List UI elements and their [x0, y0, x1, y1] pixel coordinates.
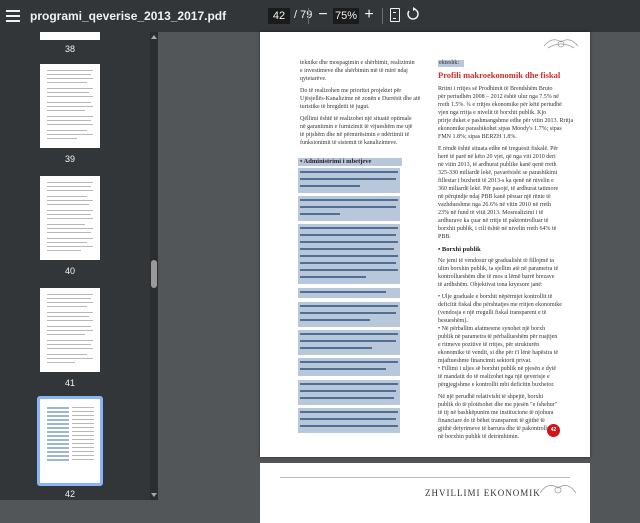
text-line: të tij në bashkëpunim me institucione të… — [438, 410, 554, 416]
total-pages: / 79 — [294, 9, 313, 21]
text-line: fillestar i buxhetit të 2013-s ka qenë n… — [438, 178, 554, 184]
text-line: herë të parë në këto 20 vjet, që nga vit… — [438, 154, 556, 160]
zoom-in-button[interactable]: + — [362, 6, 376, 24]
fit-to-page-icon[interactable] — [390, 8, 400, 22]
text-line: publik në parametra të përballueshëm për… — [438, 334, 558, 340]
text-line: 23% në fund të vitit 2013. Mosrealizimi … — [438, 210, 544, 216]
text-line: (vendosja e një rregulli fiskal transpar… — [438, 310, 547, 316]
text-line: në përqindje ndaj PBB kanë pësuar një rë… — [438, 194, 551, 200]
text-line: funksionimit të sistemit të kanalizimeve… — [300, 140, 398, 146]
text-line: 325-330 miliardë lekë, pavarësisht se pa… — [438, 170, 558, 176]
scrollbar-thumb[interactable] — [151, 260, 157, 288]
text-line: gjithë detyrimeve të barrura dhe të pako… — [438, 426, 558, 432]
menu-icon[interactable] — [6, 10, 20, 22]
thumbnail-page-number: 42 — [64, 489, 75, 499]
text-line: Do të realizohen me prioritet projektet … — [300, 88, 402, 94]
text-line: në garantimin e furnizimit të vijueshëm … — [300, 124, 413, 130]
text-line: turistike të bregdetit të jugut. — [300, 104, 370, 110]
text-line: PBB. — [438, 234, 451, 240]
selected-text: ekteshk: — [439, 60, 459, 66]
text-line: ulim borxhin publik, ta sjellim atë në p… — [438, 266, 559, 272]
rotate-icon[interactable] — [406, 7, 420, 21]
text-line: mjaftueshme financimit sektorit privat. — [438, 358, 532, 364]
thumbnail-page[interactable] — [40, 176, 100, 260]
text-line: teknike dhe mospagimin e shërbimit, real… — [300, 60, 415, 66]
thumbnail-sidebar: 38 39 40 41 42 — [0, 32, 150, 500]
thumbnail-page[interactable] — [40, 64, 100, 148]
toolbar-divider — [382, 8, 383, 24]
text-line: ardhurave ka çuar në rritje të paktontro… — [438, 218, 549, 224]
text-line: • Në përballim afatmesme synohet një bor… — [438, 326, 546, 332]
text-line: qytetarëve. — [300, 76, 327, 82]
scroll-up-arrow-icon[interactable] — [151, 35, 157, 39]
document-title: programi_qeverise_2013_2017.pdf — [30, 9, 227, 23]
pdf-page: teknike dhe mospagimin e shërbimit, real… — [260, 32, 590, 457]
text-line: e ritmeve pozitive të rritjes, për struk… — [438, 342, 540, 348]
scroll-down-arrow-icon[interactable] — [151, 493, 157, 497]
text-line: në vitin 2013, të ardhurat publike kanë … — [438, 162, 557, 168]
text-line: rreth 1.5%. ¾ e rritjes ekonomike për kë… — [438, 102, 562, 108]
text-line: FMN 1.8%; sipas BERZH 1.8%. — [438, 134, 517, 140]
text-line: Në një perudhë relativisht të shpejtë, b… — [438, 394, 544, 400]
thumbnail-page[interactable] — [40, 32, 100, 40]
zoom-out-button[interactable]: − — [316, 6, 330, 24]
text-line: Qëllimi është të realizohet një situatë … — [300, 116, 412, 122]
pdf-toolbar: programi_qeverise_2013_2017.pdf 42 / 79 … — [0, 0, 640, 32]
party-emblem-icon — [539, 485, 577, 494]
text-line: Ujësjellës-Kanalizime në zonën e Durrësi… — [300, 96, 421, 102]
text-line: vazhdueshme nga 26.6% në vitin 2010 në r… — [438, 202, 551, 208]
text-line: publik do të plotësohet dhe me pjesën "e… — [438, 402, 558, 408]
text-line: të mandatit do të realizohet nga një qev… — [438, 374, 550, 380]
text-line: Rritni i rritjes së Prodhimit të Brendsh… — [438, 86, 553, 92]
text-line: • Ulje graduale e borxhit nëpërmjet kont… — [438, 294, 553, 300]
text-line: kontrollueshëm dhe të mos u lëmë barrë b… — [438, 274, 555, 280]
text-line: të pijshëm dhe në përmirësimin e ndërtim… — [300, 132, 410, 138]
thumbnail-page-number: 39 — [64, 154, 75, 164]
page-number-badge: 42 — [547, 424, 560, 437]
next-page-title: ZHVILLIMI EKONOMIK — [425, 488, 541, 498]
text-line: të ardhshëm. Objektivat tona kryesore ja… — [438, 282, 543, 288]
text-line: ekonomike parashikohet sipas Moody's 1.7… — [438, 126, 562, 132]
thumbnail-page-number: 41 — [64, 378, 75, 388]
thumbnail-page-number: 38 — [64, 44, 75, 54]
text-line: deficitit fiskal dhe përshtatjes me rrit… — [438, 302, 562, 308]
thumbnail-page-number: 40 — [64, 266, 75, 276]
text-line: në borxhin publik të detrimhimin. — [438, 434, 520, 440]
thumbnail-page[interactable] — [40, 288, 100, 372]
text-line: Ne jemi të vendosur që gradualisht të fi… — [438, 258, 554, 264]
text-line: prirje duket e pashmangshme edhe për vit… — [438, 118, 574, 124]
section-heading-waste: • Administrimi i mbetjeve — [300, 158, 372, 165]
zoom-level-input[interactable]: 75% — [333, 8, 359, 24]
text-line: E rëndë është situata edhe në treguesit … — [438, 146, 559, 152]
highlight — [298, 224, 400, 284]
thumbnail-page-selected[interactable] — [40, 399, 100, 483]
text-line: përgjegjshme e kontrollit mbi deficitin … — [438, 382, 555, 388]
text-line: financiare do të bëhet transparent të gj… — [438, 418, 545, 424]
text-line: 360 miliardë lekë. Për pasojë, të ardhur… — [438, 186, 559, 192]
divider — [280, 477, 570, 478]
section-title-macroeconomic: Profili makroekonomik dhe fiskal — [438, 70, 561, 80]
text-line: e investimeve dhe shërbimin më të mirë n… — [300, 68, 408, 74]
text-line: për periudhën 2008 – 2012 është ulur nga… — [438, 94, 559, 100]
pdf-page-next: ZHVILLIMI EKONOMIK — [260, 463, 590, 523]
party-emblem-icon — [543, 39, 579, 49]
text-line: • Fillimi i uljes së borxhit publik në p… — [438, 366, 557, 372]
text-line: borxhit publik, i cili është në nivelin … — [438, 226, 557, 232]
toolbar-divider — [308, 8, 309, 24]
sidebar-scrollbar[interactable] — [150, 32, 158, 500]
section-heading-public-debt: • Borxhi publik — [438, 246, 481, 253]
text-line: vjen nga rritja e nivelit të borxhit pub… — [438, 110, 547, 116]
text-line: besueshëm). — [438, 318, 468, 324]
text-line: ekonomike të vendit, si dhe për t'i lënë… — [438, 350, 559, 356]
page-number-input[interactable]: 42 — [268, 8, 290, 24]
